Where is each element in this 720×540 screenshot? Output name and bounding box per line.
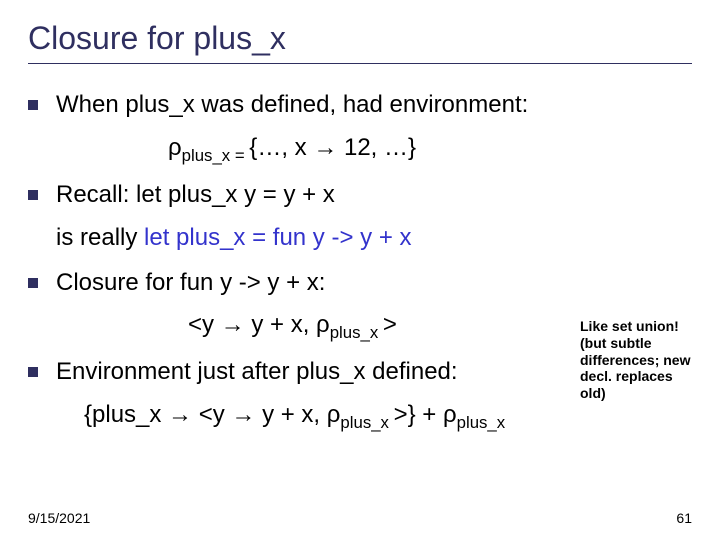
final-a: {plus_x → <y → y + x, xyxy=(84,401,327,428)
slide: Closure for plus_x When plus_x was defin… xyxy=(0,0,720,540)
closure-rho: ρ xyxy=(316,311,330,338)
bullet-icon xyxy=(28,190,38,200)
bullet-row-1: When plus_x was defined, had environment… xyxy=(28,88,692,123)
footer: 9/15/2021 61 xyxy=(28,510,692,526)
margin-note-text: Like set union! (but subtle differences;… xyxy=(580,318,690,401)
margin-note: Like set union! (but subtle differences;… xyxy=(580,318,700,402)
slide-title: Closure for plus_x xyxy=(28,20,692,57)
equation-rho-env: ρplus_x = {…, x → 12, …} xyxy=(28,131,692,168)
bullet-icon xyxy=(28,100,38,110)
indent-line: is really let plus_x = fun y -> y + x xyxy=(56,221,692,256)
final-b: >} + xyxy=(394,401,443,428)
final-sub2: plus_x xyxy=(457,413,506,432)
bullet-text-4: Environment just after plus_x defined: xyxy=(56,355,458,390)
rho-symbol: ρ xyxy=(168,134,182,161)
rho-sub: plus_x = xyxy=(182,146,250,165)
bullet-text-1: When plus_x was defined, had environment… xyxy=(56,88,528,123)
bullet-text-2: Recall: let plus_x y = y + x xyxy=(56,178,335,213)
bullet-icon xyxy=(28,278,38,288)
final-rho1: ρ xyxy=(327,401,341,428)
equation-final: {plus_x → <y → y + x, ρplus_x >} + ρplus… xyxy=(28,398,692,435)
bullet-row-2: Recall: let plus_x y = y + x xyxy=(28,178,692,213)
final-rho2: ρ xyxy=(443,401,457,428)
rho-set: {…, x → 12, …} xyxy=(249,134,416,161)
footer-date: 9/15/2021 xyxy=(28,510,90,526)
isreally-code: let plus_x = fun y -> y + x xyxy=(144,224,411,251)
footer-page: 61 xyxy=(676,510,692,526)
closure-sub: plus_x xyxy=(330,323,383,342)
final-sub1: plus_x xyxy=(340,413,393,432)
bullet-text-3: Closure for fun y -> y + x: xyxy=(56,266,325,301)
closure-pre: <y → y + x, xyxy=(188,311,316,338)
closure-post: > xyxy=(383,311,397,338)
bullet-icon xyxy=(28,367,38,377)
isreally-pre: is really xyxy=(56,224,144,251)
title-rule xyxy=(28,63,692,64)
bullet-row-3: Closure for fun y -> y + x: xyxy=(28,266,692,301)
